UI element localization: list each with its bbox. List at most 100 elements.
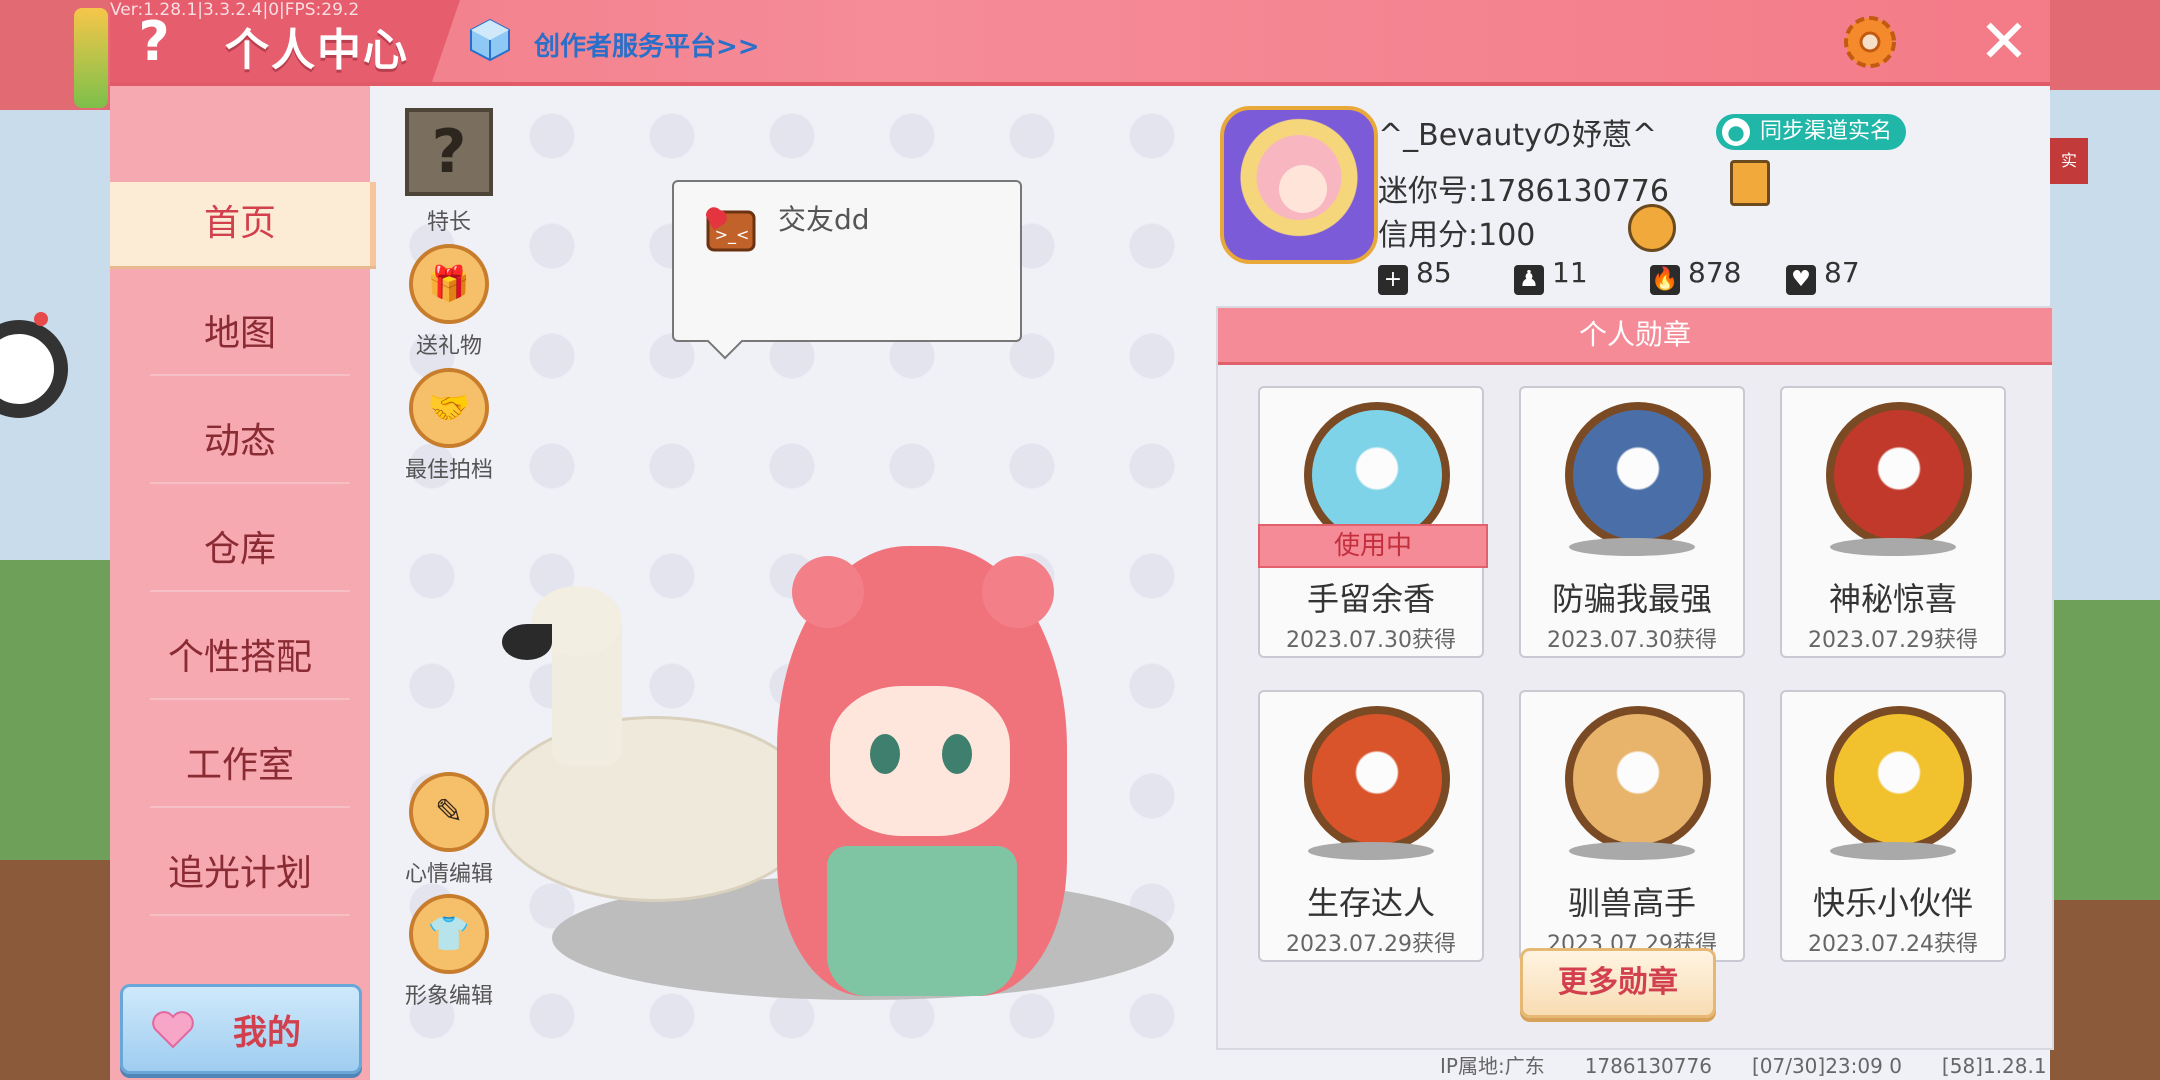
help-button[interactable]: ? — [124, 12, 184, 72]
divider — [150, 482, 350, 484]
sync-label: 同步渠道实名 — [1760, 119, 1893, 144]
profile-panel: ^_Bevautyの妤蒽^ ● 同步渠道实名 迷你号:1786130776 信用… — [1210, 86, 2054, 1080]
medal-shadow — [1830, 842, 1956, 860]
page-title: 个人中心 — [225, 25, 409, 76]
medal-icon — [1826, 402, 1972, 548]
credit-icon[interactable] — [1628, 204, 1676, 252]
medal-shadow — [1830, 538, 1956, 556]
footer-build: [58]1.28.1 — [1941, 1054, 2047, 1078]
avatar-stage: ? 特长 🎁 送礼物 🤝 最佳拍档 ✎ 心情编辑 👕 形象编辑 >_< 交友dd — [382, 86, 1202, 1080]
avatar-eye — [942, 734, 972, 774]
sidebar-item-feed[interactable]: 动态 — [110, 400, 370, 484]
stat-popularity[interactable]: 🔥 878 — [1650, 256, 1741, 295]
medal-name: 防骗我最强 — [1551, 580, 1712, 618]
medal-card[interactable]: 驯兽高手 2023.07.29获得 — [1519, 690, 1745, 962]
send-gift-button[interactable]: 🎁 送礼物 — [394, 244, 504, 360]
divider — [150, 806, 350, 808]
heart-icon: ♥ — [1786, 265, 1816, 295]
medal-icon — [1826, 706, 1972, 852]
sidebar-item-studio[interactable]: 工作室 — [110, 724, 370, 808]
fans-icon: ♟ — [1514, 265, 1544, 295]
medal-date: 2023.07.29获得 — [1286, 932, 1456, 957]
medal-shadow — [1308, 842, 1434, 860]
medal-date: 2023.07.29获得 — [1808, 628, 1978, 653]
avatar-dress — [827, 846, 1017, 996]
sidebar-item-label: 首页 — [203, 203, 276, 244]
avatar[interactable] — [1220, 106, 1378, 264]
side-button-label: 送礼物 — [415, 334, 482, 359]
sidebar: 首页 地图 动态 仓库 个性搭配 工作室 追光计划 我的 — [110, 86, 376, 1080]
outfit-icon: 👕 — [409, 894, 489, 974]
medal-date: 2023.07.24获得 — [1808, 932, 1978, 957]
user-icon: ● — [1722, 118, 1750, 146]
divider — [150, 374, 350, 376]
sidebar-item-label: 工作室 — [185, 745, 294, 786]
sidebar-item-label: 地图 — [203, 313, 276, 354]
stat-value: 11 — [1552, 256, 1588, 289]
stats-row: +85 ♟ 11 🔥 878 ♥ 87 — [1378, 256, 1918, 296]
medal-date: 2023.07.30获得 — [1547, 628, 1717, 653]
avatar-ear — [792, 556, 864, 628]
sidebar-item-outfit[interactable]: 个性搭配 — [110, 616, 370, 700]
medal-name: 快乐小伙伴 — [1812, 884, 1973, 922]
header-bar: Ver:1.28.1|3.3.2.4|0|FPS:29.2 ? 个人中心 创作者… — [110, 0, 2050, 86]
avatar-ear — [982, 556, 1054, 628]
side-button-label: 特长 — [426, 210, 471, 235]
in-use-badge: 使用中 — [1258, 524, 1488, 568]
flame-icon: 🔥 — [1650, 265, 1680, 295]
footer-uid: 1786130776 — [1584, 1054, 1712, 1078]
emoji-box-icon: >_< — [705, 207, 756, 252]
medal-icon — [1565, 402, 1711, 548]
sidebar-item-home[interactable]: 首页 — [110, 182, 376, 266]
stat-follow[interactable]: +85 — [1378, 256, 1452, 295]
sidebar-item-storage[interactable]: 仓库 — [110, 508, 370, 592]
svg-text:>_<: >_< — [715, 225, 750, 245]
copy-icon[interactable] — [1730, 160, 1770, 206]
medal-name: 手留余香 — [1306, 580, 1435, 618]
pencil-icon: ✎ — [409, 772, 489, 852]
footer-time: [07/30]23:09 0 — [1751, 1054, 1902, 1078]
medal-card[interactable]: 快乐小伙伴 2023.07.24获得 — [1780, 690, 2006, 962]
swan-float — [492, 716, 818, 902]
heart-icon — [152, 1011, 194, 1049]
specialty-button[interactable]: ? 特长 — [394, 108, 504, 236]
mine-button[interactable]: 我的 — [120, 984, 362, 1074]
notification-dot — [34, 312, 48, 326]
creator-platform-link[interactable]: 创作者服务平台>> — [534, 26, 760, 63]
handshake-icon: 🤝 — [409, 368, 489, 448]
avatar-portrait — [1279, 165, 1327, 213]
best-partner-button[interactable]: 🤝 最佳拍档 — [394, 368, 504, 484]
sidebar-item-label: 个性搭配 — [167, 637, 312, 678]
close-button[interactable]: ✕ — [1976, 12, 2032, 72]
medal-card[interactable]: 使用中 手留余香 2023.07.30获得 — [1258, 386, 1488, 658]
medal-name: 驯兽高手 — [1567, 884, 1696, 922]
divider — [150, 698, 350, 700]
sidebar-item-map[interactable]: 地图 — [110, 292, 370, 376]
background-left — [0, 0, 110, 1080]
sync-realname-button[interactable]: ● 同步渠道实名 — [1716, 114, 1907, 150]
medal-card[interactable]: 生存达人 2023.07.29获得 — [1258, 690, 1484, 962]
sidebar-item-label: 追光计划 — [167, 853, 312, 894]
sidebar-item-label: 动态 — [203, 421, 276, 462]
more-medals-button[interactable]: 更多勋章 — [1520, 948, 1716, 1018]
swan-beak — [502, 624, 552, 660]
stat-likes[interactable]: ♥ 87 — [1786, 256, 1860, 295]
cube-icon[interactable] — [468, 18, 512, 62]
medal-card[interactable]: 神秘惊喜 2023.07.29获得 — [1780, 386, 2006, 658]
sidebar-item-light-plan[interactable]: 追光计划 — [110, 832, 370, 916]
appearance-edit-button[interactable]: 👕 形象编辑 — [394, 894, 504, 1010]
medal-date: 2023.07.30获得 — [1286, 628, 1456, 653]
medal-card[interactable]: 防骗我最强 2023.07.30获得 — [1519, 386, 1745, 658]
plus-icon: + — [1378, 265, 1408, 295]
sidebar-item-label: 仓库 — [203, 529, 276, 570]
mood-edit-button[interactable]: ✎ 心情编辑 — [394, 772, 504, 888]
mood-text: 交友dd — [778, 203, 870, 236]
stat-fans[interactable]: ♟ 11 — [1514, 256, 1588, 295]
background-character — [74, 8, 108, 108]
mine-label: 我的 — [233, 1013, 301, 1053]
username: ^_Bevautyの妤蒽^ — [1378, 118, 1657, 153]
avatar-face — [830, 686, 1010, 836]
gear-icon[interactable] — [1838, 10, 1902, 74]
mood-bubble[interactable]: >_< 交友dd — [672, 180, 1022, 342]
stat-value: 878 — [1688, 256, 1742, 289]
